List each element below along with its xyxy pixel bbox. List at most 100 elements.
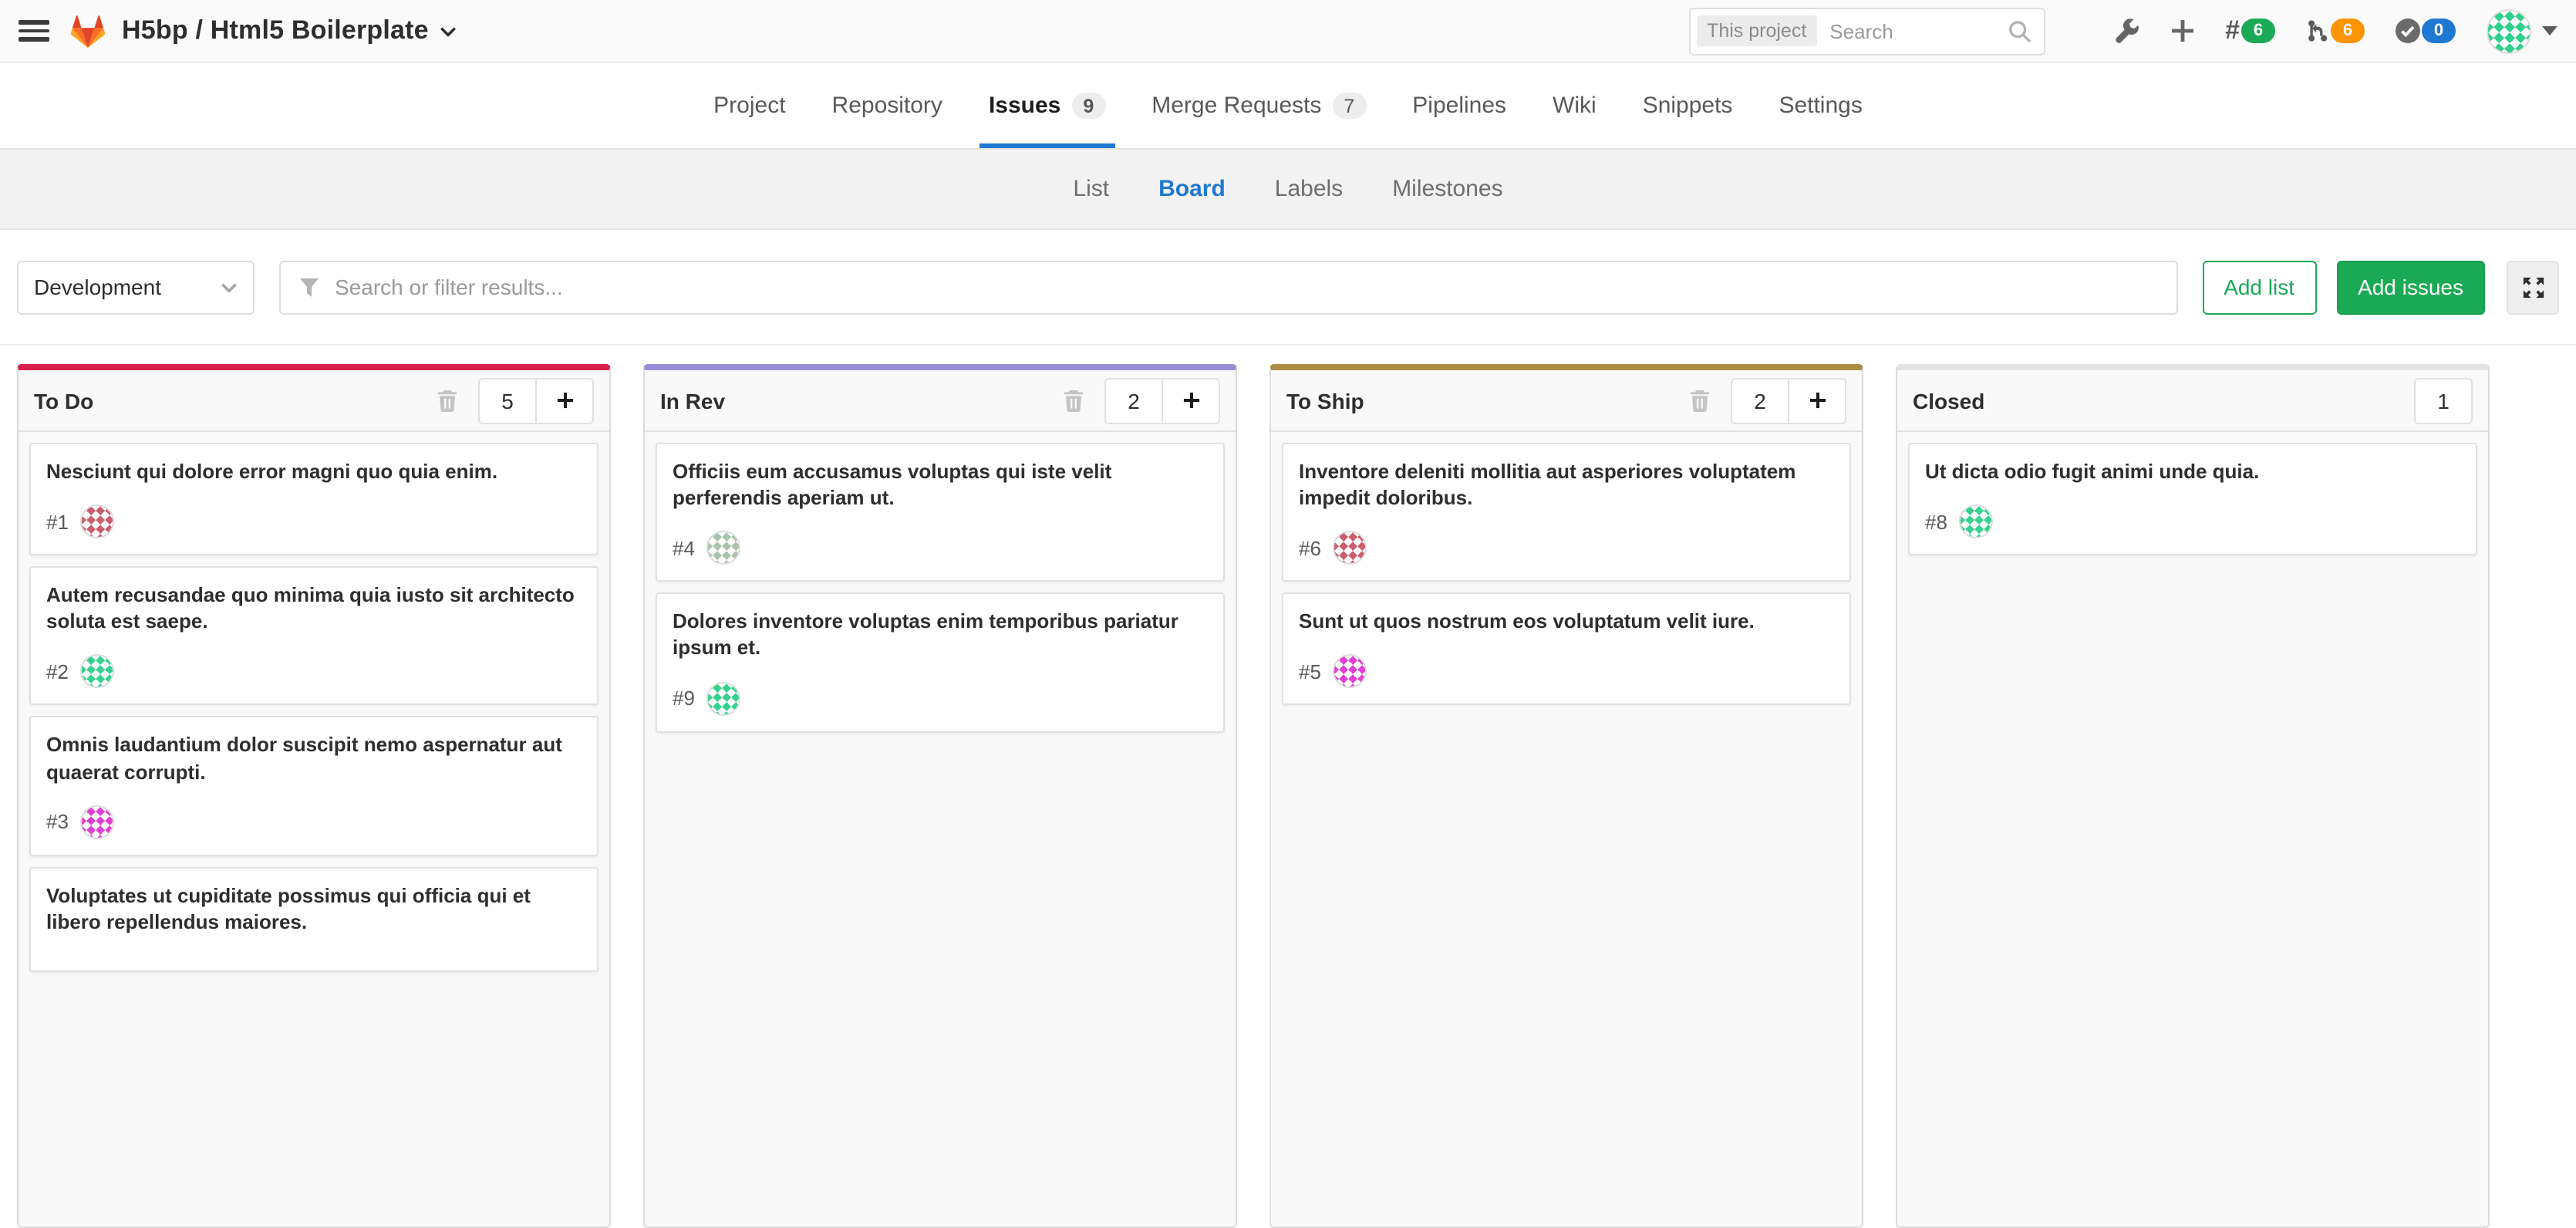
issue-card[interactable]: Ut dicta odio fugit animi unde quia. #8 (1908, 443, 2477, 555)
issue-title: Officiis eum accusamus voluptas qui iste… (673, 458, 1208, 511)
assignee-avatar[interactable] (1334, 655, 1367, 689)
issue-card[interactable]: Inventore deleniti mollitia aut asperior… (1282, 443, 1851, 582)
issue-id: #4 (673, 537, 695, 560)
mrs-tab-badge: 7 (1332, 93, 1366, 119)
search-scope-chip: This project (1696, 15, 1817, 46)
issue-title: Omnis laudantium dolor suscipit nemo asp… (46, 732, 582, 785)
issue-card[interactable]: Nesciunt qui dolore error magni quo quia… (29, 443, 598, 555)
tab-project[interactable]: Project (713, 63, 785, 148)
column-header: To Ship 2 (1271, 370, 1862, 432)
fullscreen-button[interactable] (2507, 260, 2559, 314)
project-title: H5bp / Html5 Boilerplate (122, 15, 429, 46)
board-column-closed: Closed 1 Ut dicta odio fugit animi unde … (1896, 364, 2490, 1228)
subtab-list[interactable]: List (1073, 176, 1109, 202)
filter-search-input[interactable]: Search or filter results... (279, 260, 2177, 314)
tab-merge-requests[interactable]: Merge Requests 7 (1151, 63, 1366, 148)
merge-request-icon (2306, 19, 2329, 43)
assignee-avatar[interactable] (81, 504, 115, 538)
user-menu-caret-icon (2542, 26, 2557, 35)
assignee-avatar[interactable] (707, 681, 741, 715)
issue-card[interactable]: Omnis laudantium dolor suscipit nemo asp… (29, 717, 598, 856)
navbar-right: This project Search # 6 6 (1688, 7, 2557, 55)
delete-list-icon[interactable] (1689, 389, 1711, 412)
issue-count: 5 (480, 379, 535, 422)
assigned-issues-indicator[interactable]: # 6 (2225, 15, 2275, 46)
todos-indicator[interactable]: 0 (2396, 19, 2456, 43)
issue-card[interactable]: Sunt ut quos nostrum eos voluptatum veli… (1282, 593, 1851, 706)
gitlab-app: H5bp / Html5 Boilerplate This project Se… (0, 0, 2576, 890)
hamburger-menu-icon[interactable] (19, 20, 49, 42)
tab-repository[interactable]: Repository (832, 63, 942, 148)
add-issue-to-list-button[interactable] (535, 379, 592, 422)
search-placeholder: Search (1829, 19, 2008, 42)
assigned-mrs-indicator[interactable]: 6 (2306, 19, 2365, 43)
fullscreen-expand-icon (2521, 275, 2544, 299)
tab-wiki[interactable]: Wiki (1553, 63, 1597, 148)
issue-card[interactable]: Autem recusandae quo minima quia iusto s… (29, 566, 598, 706)
board-column-in-rev: In Rev 2 Officiis eum accusamus volupta (643, 364, 1237, 1228)
tab-issues[interactable]: Issues 9 (989, 63, 1105, 148)
top-navbar: H5bp / Html5 Boilerplate This project Se… (0, 0, 2576, 63)
issue-id: #1 (46, 510, 69, 533)
issue-card[interactable]: Officiis eum accusamus voluptas qui iste… (656, 443, 1225, 582)
issue-title: Inventore deleniti mollitia aut asperior… (1299, 458, 1834, 511)
new-plus-icon[interactable] (2170, 19, 2194, 43)
add-list-button[interactable]: Add list (2202, 260, 2316, 314)
column-header: To Do 5 (19, 370, 609, 432)
board-switcher-dropdown[interactable]: Development (17, 260, 255, 314)
filter-funnel-icon (299, 277, 319, 297)
user-avatar (2487, 8, 2531, 53)
add-issue-to-list-button[interactable] (1788, 379, 1845, 422)
gitlab-logo-icon[interactable] (69, 13, 106, 49)
board-switcher-value: Development (34, 275, 161, 299)
issue-card[interactable]: Voluptates ut cupiditate possimus qui of… (29, 867, 598, 973)
assignee-avatar[interactable] (1960, 504, 1994, 538)
add-issues-button[interactable]: Add issues (2336, 260, 2485, 314)
column-title: To Ship (1286, 388, 1364, 413)
global-search-input[interactable]: This project Search (1688, 7, 2045, 55)
chevron-down-icon (221, 282, 238, 292)
assignee-avatar[interactable] (707, 531, 741, 565)
admin-wrench-icon[interactable] (2112, 18, 2139, 44)
issue-id: #3 (46, 811, 69, 834)
tab-pipelines[interactable]: Pipelines (1412, 63, 1506, 148)
todos-count-badge: 0 (2422, 19, 2456, 43)
subtab-labels[interactable]: Labels (1275, 176, 1343, 202)
column-title: In Rev (660, 388, 725, 413)
card-list: Ut dicta odio fugit animi unde quia. #8 (1897, 432, 2488, 566)
issue-title: Ut dicta odio fugit animi unde quia. (1925, 458, 2460, 484)
issues-tab-badge: 9 (1071, 93, 1105, 119)
issue-title: Dolores inventore voluptas enim temporib… (673, 609, 1208, 662)
issue-board: To Do 5 Nesciunt qui dolore error magni (0, 346, 2576, 1046)
issue-id: #8 (1925, 510, 1947, 533)
card-list: Inventore deleniti mollitia aut asperior… (1271, 432, 1862, 717)
user-menu[interactable] (2487, 8, 2557, 53)
card-list: Officiis eum accusamus voluptas qui iste… (645, 432, 1236, 743)
issue-title: Autem recusandae quo minima quia iusto s… (46, 582, 582, 635)
issue-title: Nesciunt qui dolore error magni quo quia… (46, 458, 582, 484)
tab-settings[interactable]: Settings (1779, 63, 1862, 148)
delete-list-icon[interactable] (1063, 389, 1084, 412)
issue-card[interactable]: Dolores inventore voluptas enim temporib… (656, 593, 1225, 733)
delete-list-icon[interactable] (437, 389, 458, 412)
card-list: Nesciunt qui dolore error magni quo quia… (19, 432, 609, 983)
project-breadcrumb[interactable]: H5bp / Html5 Boilerplate (122, 15, 457, 46)
search-icon (2008, 19, 2031, 42)
assignee-avatar[interactable] (81, 805, 115, 839)
subtab-milestones[interactable]: Milestones (1392, 176, 1502, 202)
subtab-board[interactable]: Board (1158, 176, 1226, 202)
column-title: To Do (34, 388, 93, 413)
column-header: Closed 1 (1897, 370, 2488, 432)
board-filter-bar: Development Search or filter results... … (0, 230, 2576, 346)
chevron-down-icon (440, 25, 457, 36)
assignee-avatar[interactable] (81, 655, 115, 689)
issues-count-badge: 6 (2241, 19, 2275, 43)
tab-snippets[interactable]: Snippets (1643, 63, 1733, 148)
project-nav-tabs: Project Repository Issues 9 Merge Reques… (0, 63, 2576, 150)
column-header: In Rev 2 (645, 370, 1236, 432)
issue-id: #6 (1299, 537, 1321, 560)
mrs-count-badge: 6 (2331, 19, 2365, 43)
issue-id: #9 (673, 687, 695, 710)
assignee-avatar[interactable] (1334, 531, 1367, 565)
add-issue-to-list-button[interactable] (1162, 379, 1219, 422)
